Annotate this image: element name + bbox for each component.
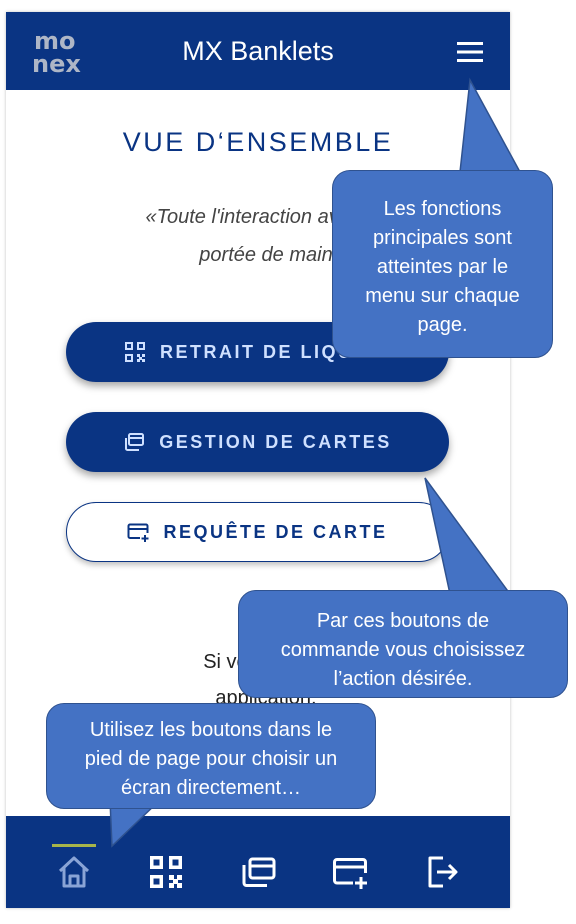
footer-tip-callout: Utilisez les boutons dans le pied de pag… [46, 703, 376, 809]
menu-tip-callout: Les fonctions principales sont atteintes… [332, 170, 553, 358]
buttons-tip-callout: Par ces boutons de commande vous choisis… [238, 590, 568, 698]
